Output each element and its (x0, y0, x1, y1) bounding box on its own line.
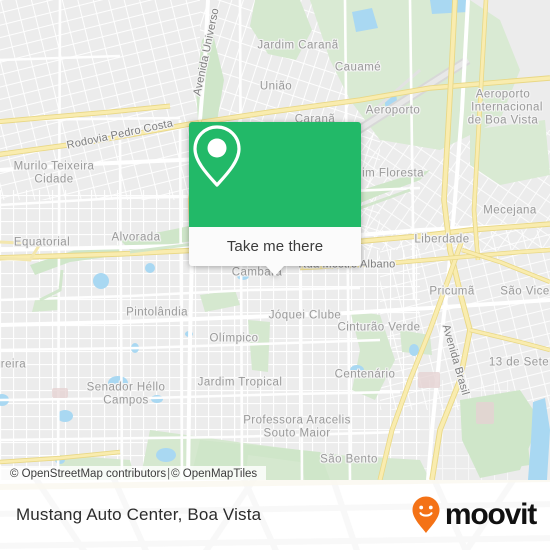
map-pin-icon (193, 125, 241, 187)
place-title-text: Mustang Auto Center, Boa Vista (16, 505, 262, 524)
map-attribution: © OpenStreetMap contributors|© OpenMapTi… (0, 466, 267, 480)
popup-header (189, 122, 361, 227)
map-canvas[interactable]: Jardim Caranã Cauamé União Aeroporto Caranã A… (0, 0, 550, 480)
osm-attribution[interactable]: © OpenStreetMap contributors (10, 468, 166, 480)
take-me-there-popup[interactable]: Take me there (189, 122, 361, 276)
place-title: Mustang Auto Center, Boa Vista (16, 480, 261, 550)
moovit-wordmark: moovit (444, 498, 537, 531)
moovit-logo[interactable]: moovit (411, 480, 537, 550)
footer-bar: Mustang Auto Center, Boa Vista moovit (0, 480, 550, 550)
popup-tail (266, 266, 284, 276)
openmaptiles-attribution[interactable]: © OpenMapTiles (171, 468, 257, 480)
moovit-map-screenshot: Jardim Caranã Cauamé União Aeroporto Caranã A… (0, 0, 550, 550)
popup-action-label: Take me there (226, 238, 324, 255)
popup-action-button[interactable]: Take me there (189, 227, 361, 266)
moovit-pin-icon (412, 496, 440, 533)
